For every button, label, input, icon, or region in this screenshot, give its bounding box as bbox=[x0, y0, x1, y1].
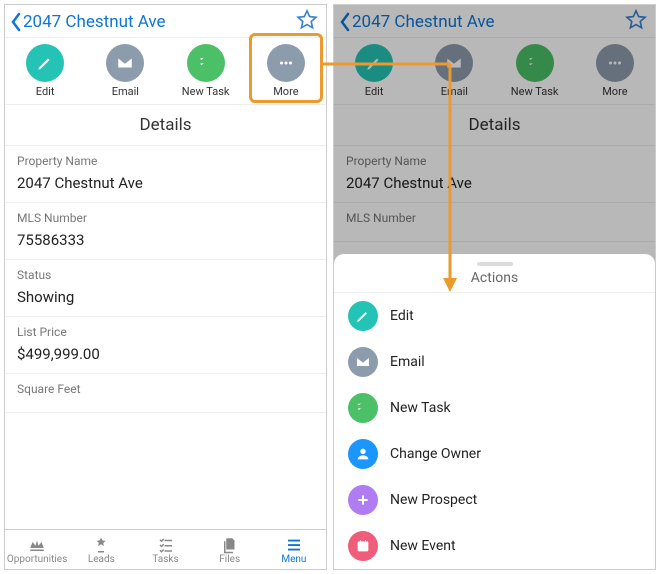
tab-files[interactable]: Files bbox=[198, 530, 262, 569]
field-row: Square Feet bbox=[5, 374, 326, 413]
tab-label: Menu bbox=[281, 554, 306, 565]
action-label: Edit bbox=[36, 85, 55, 98]
envelope-icon bbox=[116, 54, 134, 72]
sheet-item-label: Email bbox=[390, 354, 425, 370]
field-label: MLS Number bbox=[17, 211, 314, 225]
field-list: Property Name 2047 Chestnut Ave MLS Numb… bbox=[5, 146, 326, 529]
sheet-item-newprospect[interactable]: New Prospect bbox=[334, 477, 655, 523]
sheet-item-newtask[interactable]: New Task bbox=[334, 385, 655, 431]
field-row: List Price $499,999.00 bbox=[5, 317, 326, 374]
action-sheet: Actions Edit Email New Task Change Owner… bbox=[334, 254, 655, 569]
crown-icon bbox=[26, 536, 48, 554]
field-label: List Price bbox=[17, 325, 314, 339]
sheet-item-label: Change Owner bbox=[390, 446, 481, 462]
field-value: $499,999.00 bbox=[17, 345, 314, 363]
tab-label: Leads bbox=[88, 554, 115, 565]
pencil-icon bbox=[36, 54, 54, 72]
tab-label: Opportunities bbox=[7, 554, 67, 565]
edit-action[interactable]: Edit bbox=[10, 44, 80, 98]
tab-label: Tasks bbox=[152, 554, 178, 565]
tasks-icon bbox=[155, 536, 177, 554]
tab-tasks[interactable]: Tasks bbox=[133, 530, 197, 569]
envelope-icon bbox=[355, 354, 371, 370]
calendar-icon bbox=[355, 538, 371, 554]
field-row: Status Showing bbox=[5, 260, 326, 317]
field-value: 2047 Chestnut Ave bbox=[17, 174, 314, 192]
plus-icon bbox=[355, 492, 371, 508]
pencil-icon bbox=[355, 308, 371, 324]
field-row: MLS Number 75586333 bbox=[5, 203, 326, 260]
sheet-item-newevent[interactable]: New Event bbox=[334, 523, 655, 569]
sheet-item-label: New Prospect bbox=[390, 492, 477, 508]
sheet-item-email[interactable]: Email bbox=[334, 339, 655, 385]
sheet-grabber[interactable] bbox=[477, 262, 513, 266]
files-icon bbox=[219, 536, 241, 554]
tab-opportunities[interactable]: Opportunities bbox=[5, 530, 69, 569]
field-row: Property Name 2047 Chestnut Ave bbox=[5, 146, 326, 203]
tab-leads[interactable]: Leads bbox=[69, 530, 133, 569]
details-heading: Details bbox=[5, 105, 326, 146]
sheet-item-label: New Task bbox=[390, 400, 451, 416]
field-value: Showing bbox=[17, 288, 314, 306]
phone-right: 2047 Chestnut Ave Edit Email New Task Mo… bbox=[333, 4, 656, 570]
page-title: 2047 Chestnut Ave bbox=[23, 12, 166, 32]
star-outline-icon bbox=[296, 9, 318, 31]
action-label: New Task bbox=[182, 85, 230, 98]
more-highlight bbox=[249, 33, 323, 103]
email-action[interactable]: Email bbox=[90, 44, 160, 98]
tab-label: Files bbox=[219, 554, 240, 565]
field-value: 75586333 bbox=[17, 231, 314, 249]
checklist-icon bbox=[197, 54, 215, 72]
action-label: Email bbox=[112, 85, 139, 98]
user-icon bbox=[355, 446, 371, 462]
checklist-icon bbox=[355, 400, 371, 416]
field-label: Square Feet bbox=[17, 382, 314, 396]
field-label: Status bbox=[17, 268, 314, 282]
phone-left: 2047 Chestnut Ave Edit Email New Task Mo… bbox=[4, 4, 327, 570]
sheet-item-changeowner[interactable]: Change Owner bbox=[334, 431, 655, 477]
sheet-title: Actions bbox=[334, 270, 655, 293]
tab-menu[interactable]: Menu bbox=[262, 530, 326, 569]
back-button[interactable]: 2047 Chestnut Ave bbox=[9, 12, 166, 32]
favorite-button[interactable] bbox=[296, 9, 318, 35]
newtask-action[interactable]: New Task bbox=[171, 44, 241, 98]
sheet-item-label: Edit bbox=[390, 308, 414, 324]
sheet-item-label: New Event bbox=[390, 538, 456, 554]
field-label: Property Name bbox=[17, 154, 314, 168]
menu-icon bbox=[283, 536, 305, 554]
chevron-left-icon bbox=[9, 12, 23, 32]
sheet-item-edit[interactable]: Edit bbox=[334, 293, 655, 339]
bottom-tabbar: Opportunities Leads Tasks Files Menu bbox=[5, 529, 326, 569]
star-person-icon bbox=[90, 536, 112, 554]
